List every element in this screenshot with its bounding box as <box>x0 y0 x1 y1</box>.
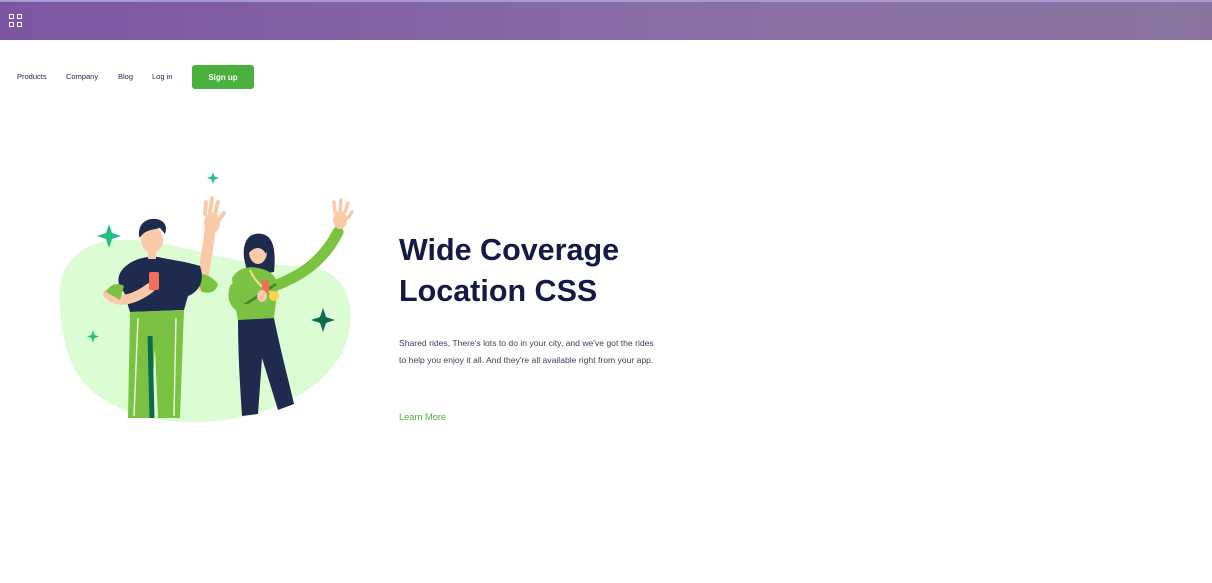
hero-illustration <box>52 168 354 430</box>
nav-link-products[interactable]: Products <box>17 72 47 81</box>
nav-link-company[interactable]: Company <box>66 72 98 81</box>
nav-link-blog[interactable]: Blog <box>118 72 133 81</box>
hero-title-line-2: Location CSS <box>399 274 598 308</box>
top-bar <box>0 0 1212 40</box>
hero-title-line-1: Wide Coverage <box>399 233 620 267</box>
main-nav: Products Company Blog Log in Sign up <box>0 64 300 90</box>
nav-link-login[interactable]: Log in <box>152 72 172 81</box>
hero-description: Shared rides, There's lots to do in your… <box>399 338 654 366</box>
signup-button[interactable]: Sign up <box>192 65 254 89</box>
hero-title: Wide Coverage Location CSS <box>399 230 719 312</box>
apps-grid-icon[interactable] <box>9 14 23 28</box>
people-waving-illustration <box>59 172 354 423</box>
learn-more-link[interactable]: Learn More <box>399 412 446 422</box>
